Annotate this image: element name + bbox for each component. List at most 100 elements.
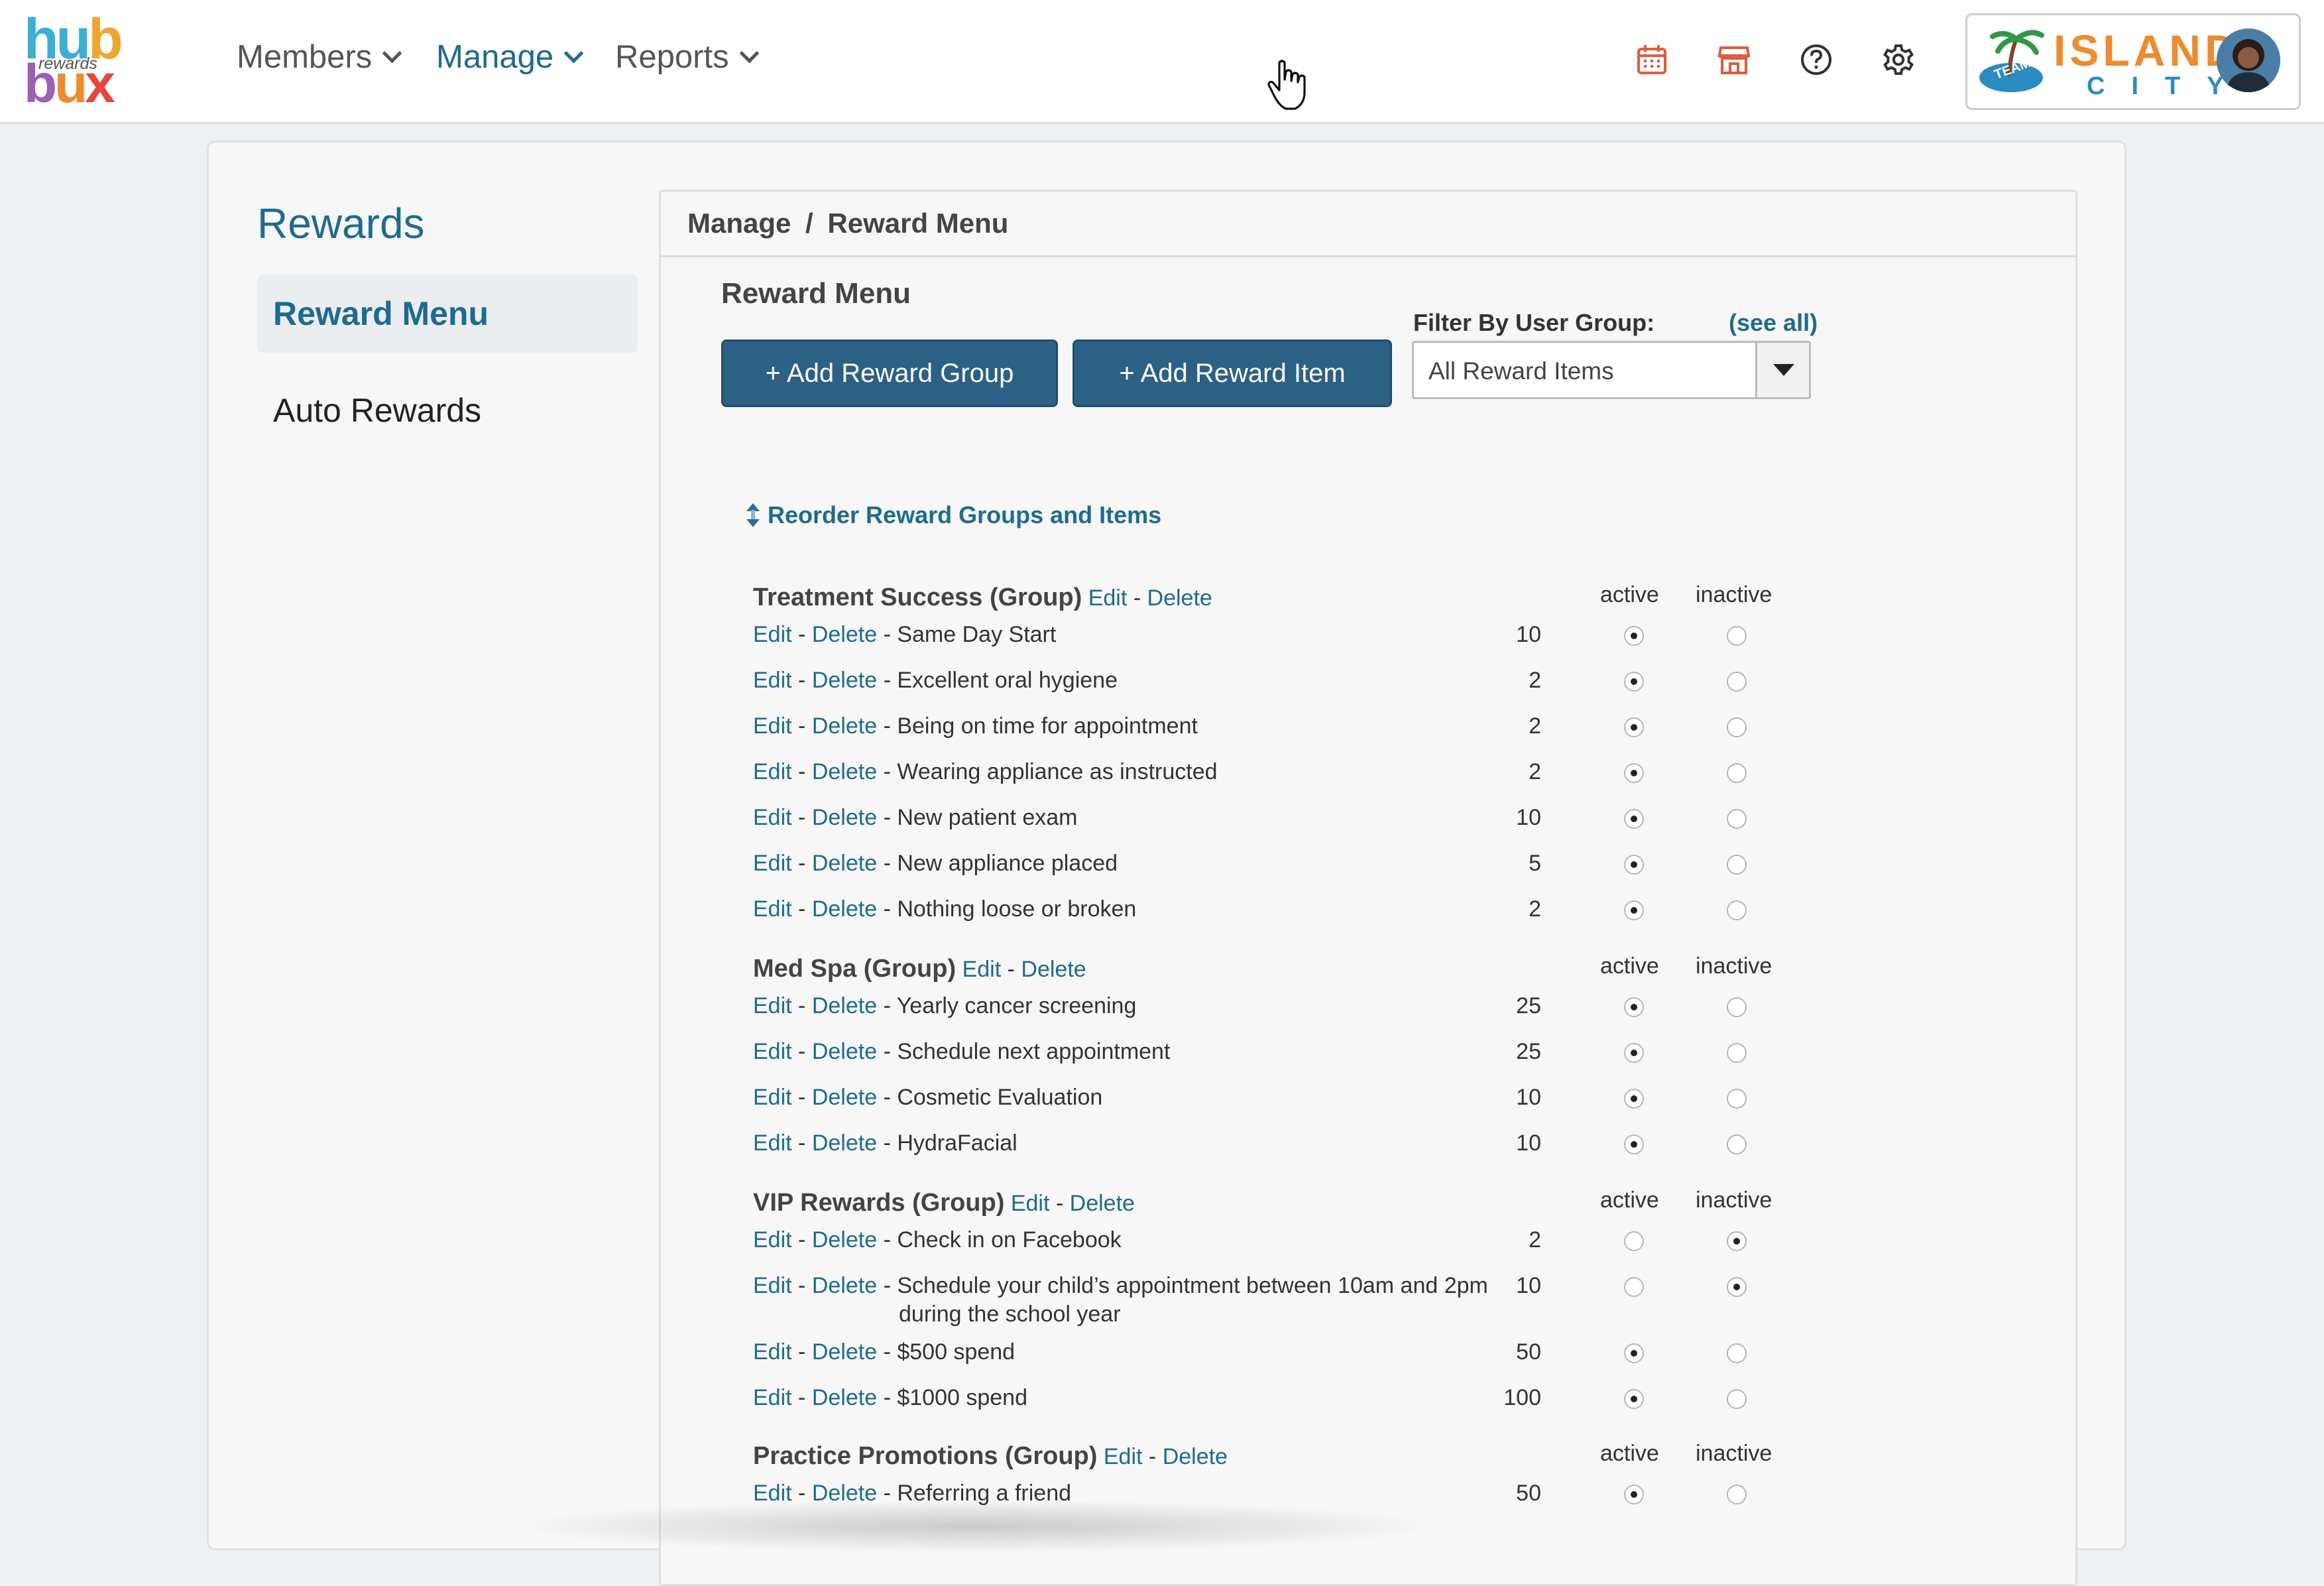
active-radio[interactable] — [1624, 1043, 1644, 1063]
edit-item-link[interactable]: Edit — [753, 1085, 792, 1110]
edit-item-link[interactable]: Edit — [753, 759, 792, 784]
delete-item-link[interactable]: Delete — [812, 713, 877, 739]
edit-item-link[interactable]: Edit — [753, 622, 792, 647]
edit-item-link[interactable]: Edit — [753, 713, 792, 739]
active-radio[interactable] — [1624, 1389, 1644, 1409]
delete-item-link[interactable]: Delete — [812, 622, 877, 647]
delete-item-link[interactable]: Delete — [812, 1385, 877, 1410]
active-radio[interactable] — [1624, 997, 1644, 1017]
edit-item-link[interactable]: Edit — [753, 805, 792, 830]
active-radio[interactable] — [1624, 900, 1644, 920]
active-radio[interactable] — [1624, 1485, 1644, 1504]
edit-item-link[interactable]: Edit — [753, 1130, 792, 1156]
practice-account-switcher[interactable]: TEAM ISLAND CITY — [1965, 13, 2301, 110]
inactive-radio[interactable] — [1727, 1231, 1747, 1251]
active-radio[interactable] — [1624, 717, 1644, 737]
inactive-radio[interactable] — [1727, 1389, 1747, 1409]
sidebar-item-auto-rewards[interactable]: Auto Rewards — [257, 371, 638, 450]
inactive-radio[interactable] — [1727, 1043, 1747, 1063]
separator: - — [798, 759, 806, 784]
delete-item-link[interactable]: Delete — [812, 851, 877, 876]
caret-down-icon[interactable] — [1755, 343, 1809, 397]
delete-item-link[interactable]: Delete — [812, 1085, 877, 1110]
reward-item-name: $500 spend — [897, 1339, 1016, 1365]
delete-item-link[interactable]: Delete — [812, 1130, 877, 1156]
active-radio[interactable] — [1624, 1231, 1644, 1251]
active-radio[interactable] — [1624, 672, 1644, 692]
edit-item-link[interactable]: Edit — [753, 851, 792, 876]
inactive-radio[interactable] — [1727, 717, 1747, 737]
inactive-radio[interactable] — [1727, 672, 1747, 692]
gear-icon[interactable] — [1881, 42, 1916, 77]
store-icon[interactable] — [1717, 42, 1751, 77]
inactive-radio[interactable] — [1727, 855, 1747, 875]
active-radio[interactable] — [1624, 1134, 1644, 1154]
delete-group-link[interactable]: Delete — [1147, 585, 1212, 611]
reward-item-points: 5 — [1529, 851, 1541, 876]
hubbux-logo[interactable]: hub rewards bux — [0, 0, 159, 111]
active-radio[interactable] — [1624, 1089, 1644, 1109]
reorder-link[interactable]: Reorder Reward Groups and Items — [745, 501, 1161, 529]
inactive-radio[interactable] — [1727, 809, 1747, 829]
delete-item-link[interactable]: Delete — [812, 896, 877, 922]
delete-item-link[interactable]: Delete — [812, 1227, 877, 1252]
delete-item-link[interactable]: Delete — [812, 759, 877, 784]
edit-group-link[interactable]: Edit — [1104, 1444, 1143, 1469]
delete-item-link[interactable]: Delete — [812, 993, 877, 1018]
delete-item-link[interactable]: Delete — [812, 668, 877, 693]
nav-members[interactable]: Members — [237, 38, 402, 76]
inactive-radio[interactable] — [1727, 1089, 1747, 1109]
nav-reports[interactable]: Reports — [615, 38, 759, 76]
add-reward-group-button[interactable]: + Add Reward Group — [721, 339, 1058, 407]
delete-item-link[interactable]: Delete — [812, 805, 877, 830]
reward-item-name: Yearly cancer screening — [896, 993, 1137, 1018]
inactive-radio[interactable] — [1727, 626, 1747, 646]
add-reward-item-button[interactable]: + Add Reward Item — [1073, 339, 1392, 407]
edit-item-link[interactable]: Edit — [753, 1339, 792, 1365]
user-group-filter-select[interactable]: All Reward Items — [1412, 341, 1811, 399]
inactive-radio[interactable] — [1727, 900, 1747, 920]
edit-group-link[interactable]: Edit — [962, 957, 1002, 982]
inactive-radio[interactable] — [1727, 1343, 1747, 1363]
reward-item-row: Edit - Delete - Being on time for appoin… — [753, 713, 1880, 739]
see-all-link[interactable]: (see all) — [1729, 309, 1818, 337]
edit-item-link[interactable]: Edit — [753, 896, 792, 922]
help-icon[interactable] — [1799, 42, 1833, 77]
edit-item-link[interactable]: Edit — [753, 1273, 792, 1298]
calendar-icon[interactable] — [1635, 42, 1669, 77]
delete-item-link[interactable]: Delete — [812, 1273, 877, 1298]
delete-group-link[interactable]: Delete — [1021, 957, 1086, 982]
delete-group-link[interactable]: Delete — [1070, 1191, 1135, 1216]
delete-item-link[interactable]: Delete — [812, 1039, 877, 1064]
inactive-radio[interactable] — [1727, 763, 1747, 783]
nav-manage[interactable]: Manage — [436, 38, 584, 76]
sidebar-item-reward-menu[interactable]: Reward Menu — [257, 274, 638, 353]
reward-item-row: Edit - Delete - Excellent oral hygiene — [753, 668, 1880, 694]
edit-item-link[interactable]: Edit — [753, 1039, 792, 1064]
delete-group-link[interactable]: Delete — [1163, 1444, 1228, 1469]
inactive-radio[interactable] — [1727, 997, 1747, 1017]
active-radio[interactable] — [1624, 809, 1644, 829]
edit-item-link[interactable]: Edit — [753, 668, 792, 693]
edit-item-link[interactable]: Edit — [753, 993, 792, 1018]
page-title: Reward Menu — [721, 277, 911, 310]
active-radio[interactable] — [1624, 763, 1644, 783]
edit-item-link[interactable]: Edit — [753, 1227, 792, 1252]
inactive-radio[interactable] — [1727, 1277, 1747, 1297]
filter-selected-value: All Reward Items — [1428, 357, 1614, 385]
active-radio[interactable] — [1624, 626, 1644, 646]
edit-group-link[interactable]: Edit — [1088, 585, 1128, 611]
edit-item-link[interactable]: Edit — [753, 1385, 792, 1410]
active-radio[interactable] — [1624, 1343, 1644, 1363]
top-navigation-bar: hub rewards bux Members Manage Reports T… — [0, 0, 2324, 124]
edit-group-link[interactable]: Edit — [1011, 1191, 1050, 1216]
delete-item-link[interactable]: Delete — [812, 1339, 877, 1365]
breadcrumb-manage[interactable]: Manage — [687, 208, 791, 239]
inactive-radio[interactable] — [1727, 1134, 1747, 1154]
inactive-radio[interactable] — [1727, 1485, 1747, 1504]
separator: - — [798, 1339, 806, 1365]
active-radio[interactable] — [1624, 1277, 1644, 1297]
reward-item-name: Being on time for appointment — [897, 713, 1198, 739]
avatar[interactable] — [2217, 29, 2280, 92]
active-radio[interactable] — [1624, 855, 1644, 875]
